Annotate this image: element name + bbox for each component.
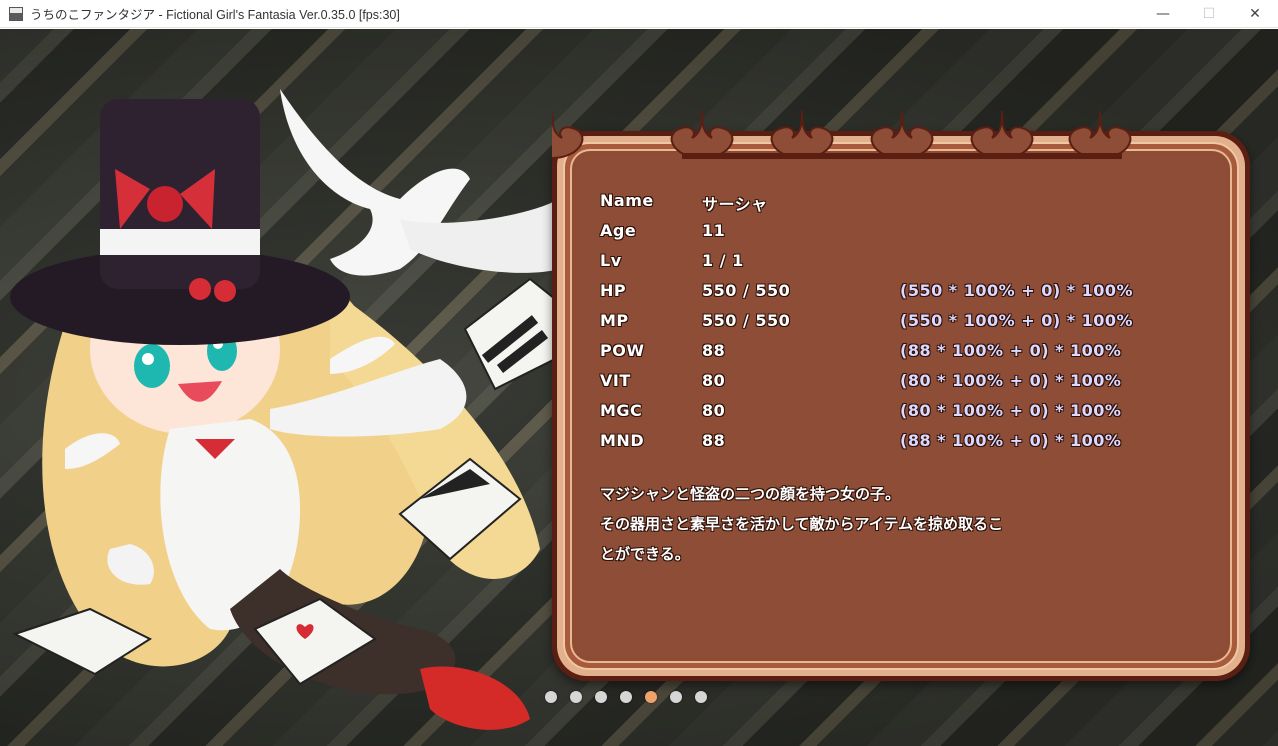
stats-table: Name サーシャ Age 11 Lv 1 / 1 HP 550 / 550 (… xyxy=(600,191,1200,461)
stat-formula: (550 * 100% + 0) * 100% xyxy=(900,281,1134,300)
stat-label: Name xyxy=(600,191,654,210)
stat-value: 1 / 1 xyxy=(702,251,744,270)
stat-value: 550 / 550 xyxy=(702,281,791,300)
stat-label: MND xyxy=(600,431,645,450)
stat-row-name: Name サーシャ xyxy=(600,191,1200,221)
stat-label: VIT xyxy=(600,371,631,390)
window-title: うちのこファンタジア - Fictional Girl's Fantasia V… xyxy=(30,8,400,22)
minimize-icon: — xyxy=(1156,6,1170,22)
stat-row-vit: VIT 80 (80 * 100% + 0) * 100% xyxy=(600,371,1200,401)
description-line: とができる。 xyxy=(600,545,690,563)
page-dot-3[interactable] xyxy=(595,691,607,703)
page-dot-7[interactable] xyxy=(695,691,707,703)
character-description: マジシャンと怪盗の二つの顔を持つ女の子。 その器用さと素早さを活かして敵からアイ… xyxy=(600,479,1160,569)
panel-ornaments xyxy=(552,110,1132,160)
description-line: マジシャンと怪盗の二つの顔を持つ女の子。 xyxy=(600,485,901,503)
stat-value: 88 xyxy=(702,341,726,360)
stat-row-mnd: MND 88 (88 * 100% + 0) * 100% xyxy=(600,431,1200,461)
stat-row-mgc: MGC 80 (80 * 100% + 0) * 100% xyxy=(600,401,1200,431)
stat-label: POW xyxy=(600,341,645,360)
stat-row-age: Age 11 xyxy=(600,221,1200,251)
maximize-icon: ☐ xyxy=(1202,6,1216,22)
stat-label: MGC xyxy=(600,401,643,420)
stat-value: 11 xyxy=(702,221,726,240)
stat-formula: (80 * 100% + 0) * 100% xyxy=(900,401,1122,420)
stat-value: 88 xyxy=(702,431,726,450)
page-indicator xyxy=(545,691,707,703)
stat-row-hp: HP 550 / 550 (550 * 100% + 0) * 100% xyxy=(600,281,1200,311)
stat-label: MP xyxy=(600,311,629,330)
stat-formula: (88 * 100% + 0) * 100% xyxy=(900,431,1122,450)
stat-value: 80 xyxy=(702,401,726,420)
page-dot-1[interactable] xyxy=(545,691,557,703)
stat-formula: (80 * 100% + 0) * 100% xyxy=(900,371,1122,390)
page-dot-5[interactable] xyxy=(645,691,657,703)
stat-label: Lv xyxy=(600,251,622,270)
description-line: その器用さと素早さを活かして敵からアイテムを掠め取るこ xyxy=(600,515,1004,533)
stat-row-mp: MP 550 / 550 (550 * 100% + 0) * 100% xyxy=(600,311,1200,341)
close-icon: ✕ xyxy=(1249,6,1261,22)
stat-value: 550 / 550 xyxy=(702,311,791,330)
stat-value: 80 xyxy=(702,371,726,390)
page-dot-2[interactable] xyxy=(570,691,582,703)
maximize-button[interactable]: ☐ xyxy=(1186,0,1232,28)
window-controls: — ☐ ✕ xyxy=(1140,0,1278,28)
app-window-icon xyxy=(9,6,23,21)
stat-row-pow: POW 88 (88 * 100% + 0) * 100% xyxy=(600,341,1200,371)
minimize-button[interactable]: — xyxy=(1140,0,1186,28)
game-screen[interactable]: Name サーシャ Age 11 Lv 1 / 1 HP 550 / 550 (… xyxy=(0,29,1278,746)
character-status-panel: Name サーシャ Age 11 Lv 1 / 1 HP 550 / 550 (… xyxy=(552,103,1250,683)
character-illustration xyxy=(10,89,560,730)
stat-value: サーシャ xyxy=(702,195,768,214)
stat-label: Age xyxy=(600,221,637,240)
page-dot-4[interactable] xyxy=(620,691,632,703)
close-button[interactable]: ✕ xyxy=(1232,0,1278,28)
stat-formula: (550 * 100% + 0) * 100% xyxy=(900,311,1134,330)
stat-formula: (88 * 100% + 0) * 100% xyxy=(900,341,1122,360)
page-dot-6[interactable] xyxy=(670,691,682,703)
window-titlebar: うちのこファンタジア - Fictional Girl's Fantasia V… xyxy=(0,0,1278,28)
stat-label: HP xyxy=(600,281,627,300)
stat-row-lv: Lv 1 / 1 xyxy=(600,251,1200,281)
